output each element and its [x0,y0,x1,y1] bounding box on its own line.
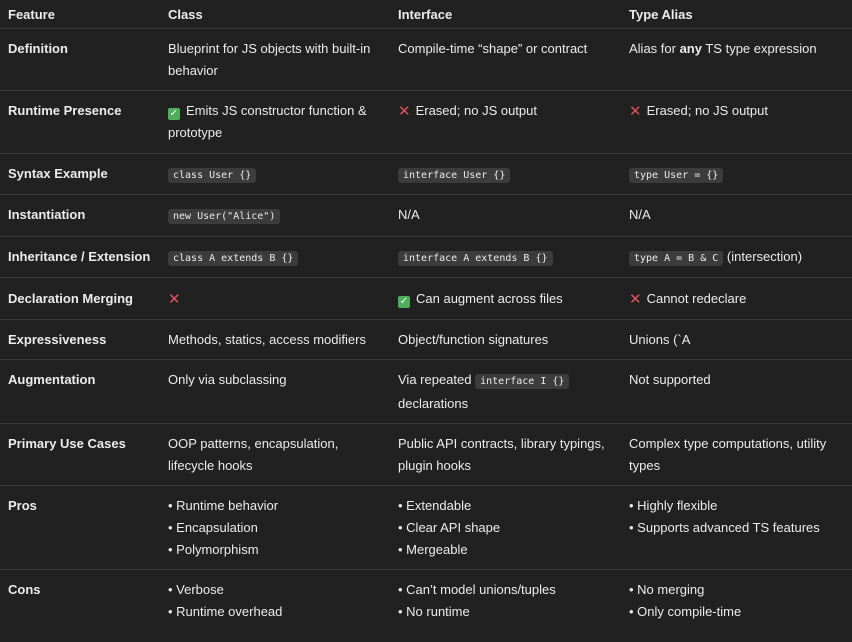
code-snippet: interface User {} [398,168,511,183]
table-row: Pros • Runtime behavior • Encapsulation … [0,495,852,570]
table-row: Runtime Presence ✓ Emits JS constructor f… [0,100,852,154]
alias-cell: Not supported [629,372,711,387]
alias-cell: Complex type computations, utility types [629,436,827,473]
list-item: • Verbose [168,582,224,597]
table-row: Instantiation new User("Alice") N/A N/A [0,204,852,237]
class-cell: new User("Alice") [168,204,383,228]
class-cell: • Runtime behavior • Encapsulation • Pol… [168,495,383,561]
feature-cell: Syntax Example [8,166,108,181]
list-item: • Encapsulation [168,520,258,535]
table-row: Expressiveness Methods, statics, access … [0,329,852,360]
header-type-alias: Type Alias [629,7,693,22]
header-feature: Feature [8,7,55,22]
list-item: • Can’t model unions/tuples [398,582,556,597]
list-item: • Runtime behavior [168,498,279,513]
list-item: • Extendable [398,498,472,513]
alias-cell: ✕ Cannot redeclare [629,288,844,311]
list-item: • Mergeable [398,542,468,557]
feature-cell: Declaration Merging [8,291,133,306]
list-item: • Clear API shape [398,520,501,535]
table-header-row: Feature Class Interface Type Alias [0,4,852,29]
table-row: Declaration Merging ✕ ✓ Can augment acros… [0,288,852,320]
alias-cell: ✕ Erased; no JS output [629,100,844,123]
cross-icon: ✕ [629,103,642,120]
interface-cell: ✕ Erased; no JS output [398,100,613,123]
alias-text: Alias for [629,41,680,56]
feature-cell: Primary Use Cases [8,436,126,451]
alias-cell: Unions (`A [629,332,691,347]
cross-icon: ✕ [168,291,181,308]
header-class: Class [168,7,203,22]
feature-cell: Instantiation [8,207,86,222]
alias-cell: • No merging • Only compile-time [629,579,844,623]
alias-cell: type A = B & C (intersection) [629,246,844,270]
list-item: • Highly flexible [629,498,718,513]
code-snippet: interface I {} [475,374,570,389]
list-item: • Only compile-time [629,604,742,619]
cell-text: Via repeated [398,372,476,387]
class-cell: class A extends B {} [168,246,383,270]
list-item: • No runtime [398,604,470,619]
interface-cell: interface User {} [398,163,613,187]
interface-cell: • Extendable • Clear API shape • Mergeab… [398,495,613,561]
code-snippet: interface A extends B {} [398,251,553,266]
alias-bold-text: any [679,41,702,56]
alias-cell: • Highly flexible • Supports advanced TS… [629,495,844,539]
interface-cell: • Can’t model unions/tuples • No runtime [398,579,613,623]
class-cell: OOP patterns, encapsulation, lifecycle h… [168,436,339,473]
cell-text: Erased; no JS output [646,103,768,118]
feature-cell: Runtime Presence [8,103,122,118]
class-cell: Only via subclassing [168,372,287,387]
code-snippet: type A = B & C [629,251,724,266]
interface-cell: N/A [398,207,420,222]
code-snippet: class A extends B {} [168,251,299,266]
code-snippet: type User = {} [629,168,724,183]
check-icon: ✓ [398,296,410,308]
table-row: Inheritance / Extension class A extends … [0,246,852,278]
alias-text: TS type expression [701,41,817,56]
code-snippet: class User {} [168,168,257,183]
table-row: Syntax Example class User {} interface U… [0,163,852,195]
cross-icon: ✕ [398,103,411,120]
cell-text: (intersection) [723,249,803,264]
feature-cell: Pros [8,498,37,513]
interface-cell: Via repeated interface I {} declarations [398,369,613,415]
table-row: Primary Use Cases OOP patterns, encapsul… [0,433,852,486]
header-interface: Interface [398,7,453,22]
interface-cell: Object/function signatures [398,332,549,347]
cross-icon: ✕ [629,291,642,308]
feature-cell: Cons [8,582,41,597]
class-cell: class User {} [168,163,383,187]
class-cell: ✕ [168,288,383,311]
interface-cell: Public API contracts, library typings, p… [398,436,605,473]
cell-text: Can augment across files [416,291,563,306]
alias-cell: N/A [629,207,651,222]
feature-cell: Definition [8,41,68,56]
alias-cell: Alias for any TS type expression [629,38,844,60]
list-item: • Supports advanced TS features [629,520,820,535]
cell-text: Cannot redeclare [646,291,747,306]
class-cell: Methods, statics, access modifiers [168,332,366,347]
interface-cell: interface A extends B {} [398,246,613,270]
class-cell: • Verbose • Runtime overhead [168,579,383,623]
cell-text: Erased; no JS output [415,103,537,118]
list-item: • Polymorphism [168,542,259,557]
cell-text: Emits JS constructor function & prototyp… [168,103,367,140]
list-item: • Runtime overhead [168,604,283,619]
cell-text: declarations [398,396,469,411]
feature-cell: Expressiveness [8,332,107,347]
class-cell: Blueprint for JS objects with built-in b… [168,41,371,78]
table-row: Definition Blueprint for JS objects with… [0,38,852,91]
interface-cell: Compile-time “shape” or contract [398,41,588,56]
check-icon: ✓ [168,108,180,120]
interface-cell: ✓ Can augment across files [398,288,613,310]
feature-cell: Augmentation [8,372,96,387]
feature-cell: Inheritance / Extension [8,249,151,264]
table-row: Cons • Verbose • Runtime overhead • Can’… [0,579,852,639]
table-row: Augmentation Only via subclassing Via re… [0,369,852,424]
code-snippet: new User("Alice") [168,209,281,224]
class-cell: ✓ Emits JS constructor function & prototy… [168,100,383,144]
alias-cell: type User = {} [629,163,844,187]
list-item: • No merging [629,582,705,597]
